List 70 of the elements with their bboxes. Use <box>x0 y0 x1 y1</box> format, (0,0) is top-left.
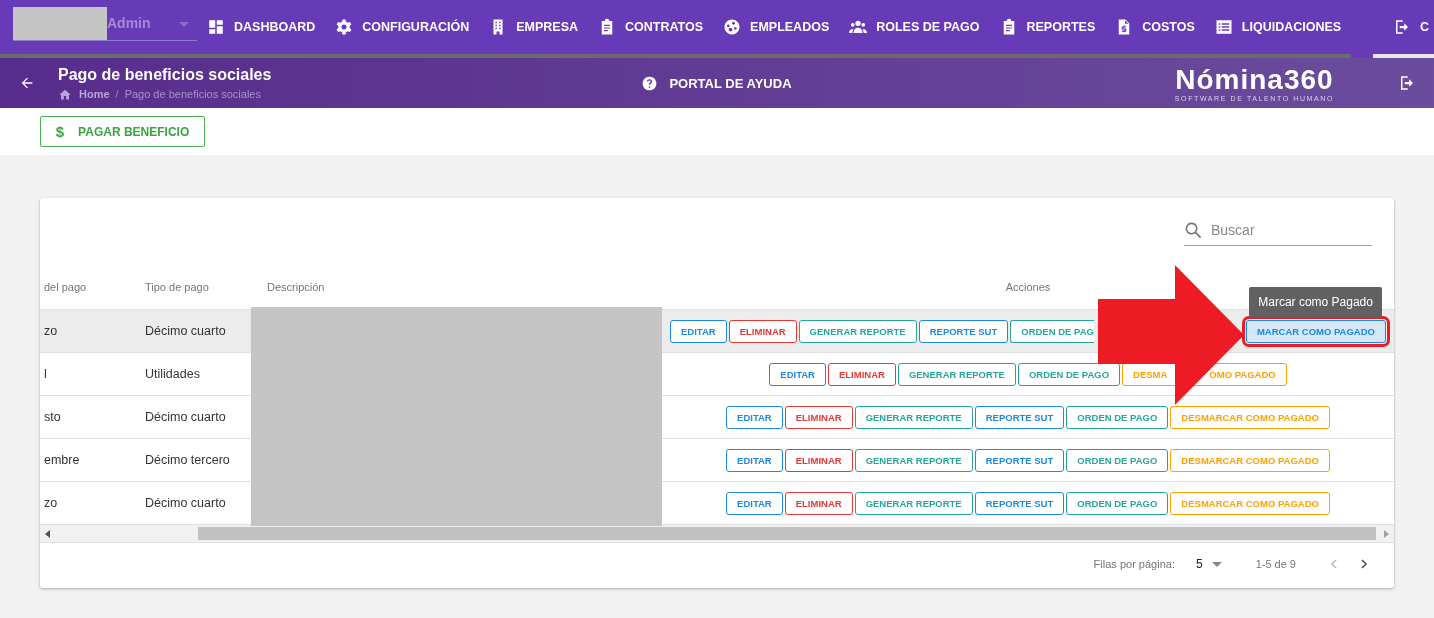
table-cell-text: Décimo tercero <box>144 453 231 467</box>
column-header: Acciones <box>1004 281 1052 293</box>
edit-button[interactable]: EDITAR <box>726 491 783 515</box>
home-icon <box>58 88 72 100</box>
edit-button[interactable]: EDITAR <box>726 405 783 429</box>
table-cell-text: Utilidades <box>144 367 201 381</box>
tooltip: Marcar como Pagado <box>1249 286 1382 317</box>
user-name: Admin <box>107 15 151 31</box>
scrollbar-thumb[interactable] <box>198 527 1376 540</box>
breadcrumb-current: Pago de beneficios sociales <box>124 88 261 100</box>
list-icon <box>1214 18 1233 36</box>
search-icon <box>1184 220 1203 240</box>
column-header: Tipo de pago <box>144 281 210 293</box>
table-cell-text: zo <box>43 496 59 510</box>
caret-icon <box>179 22 189 27</box>
page-title: Pago de beneficios sociales <box>58 66 272 84</box>
globe-icon <box>723 18 742 36</box>
report-button[interactable]: GENERAR REPORTE <box>854 448 973 472</box>
unmark-paid-button[interactable]: DESMARCAR COMO PAGADO <box>1170 448 1330 472</box>
unmark-paid-button[interactable]: DESMARCAR COMO PAGADO <box>1170 405 1330 429</box>
table-cell-text: Décimo cuarto <box>144 324 227 338</box>
report-button[interactable]: REPORTE SUT <box>974 405 1065 429</box>
report-button[interactable]: GENERAR REPORTE <box>854 491 973 515</box>
report-button[interactable]: REPORTE SUT <box>918 319 1009 343</box>
unmark-paid-button[interactable]: DESMARCAR COMO PAGADO <box>1170 491 1330 515</box>
payment-order-button[interactable]: ORDEN DE PAGO <box>1017 362 1121 386</box>
payment-order-button[interactable]: ORDEN DE PAGO <box>1066 491 1169 515</box>
report-button[interactable]: GENERAR REPORTE <box>897 362 1016 386</box>
delete-button[interactable]: ELIMINAR <box>784 405 853 429</box>
rows-per-page-label: Filas por página: <box>1093 558 1175 570</box>
user-selector[interactable]: Admin <box>13 7 197 41</box>
people-icon <box>849 18 868 36</box>
payment-order-button[interactable]: ORDEN DE PAGO <box>1066 448 1169 472</box>
delete-button[interactable]: ELIMINAR <box>827 362 896 386</box>
breadcrumb-link[interactable]: Home <box>58 88 110 100</box>
delete-button[interactable]: ELIMINAR <box>784 491 853 515</box>
rows-per-page-select[interactable]: 5 <box>1195 557 1222 571</box>
payment-order-button[interactable]: ORDEN DE PAGO <box>1066 405 1169 429</box>
delete-button[interactable]: ELIMINAR <box>728 319 797 343</box>
column-header: del pago <box>43 281 88 293</box>
table-cell-text: Décimo cuarto <box>144 410 227 424</box>
table-cell-text: embre <box>43 453 81 467</box>
breadcrumb-separator: / <box>115 88 119 100</box>
delete-button[interactable]: ELIMINAR <box>784 448 853 472</box>
column-header: Descripción <box>266 281 326 293</box>
table-cell-text: zo <box>43 324 59 338</box>
horizontal-scrollbar[interactable] <box>40 525 1394 543</box>
report-button[interactable]: GENERAR REPORTE <box>798 319 917 343</box>
report-button[interactable]: GENERAR REPORTE <box>854 405 973 429</box>
help-portal-link[interactable]: PORTAL DE AYUDA <box>642 58 792 108</box>
search-field[interactable]: Buscar <box>1209 221 1363 239</box>
table-cell-text: Décimo cuarto <box>144 496 227 510</box>
table-cell-text: l <box>43 367 48 381</box>
scroll-left-icon[interactable] <box>44 528 52 539</box>
dashboard-icon <box>207 18 225 36</box>
report-button[interactable]: REPORTE SUT <box>974 491 1065 515</box>
dollar-icon: $ <box>55 123 65 140</box>
caret-icon <box>1211 561 1222 567</box>
settings-icon <box>335 18 354 36</box>
help-icon <box>642 75 658 91</box>
page-range: 1-5 de 9 <box>1255 558 1296 570</box>
logout-icon[interactable] <box>1398 74 1416 92</box>
table-cell-text: sto <box>43 410 62 424</box>
pay-benefit-button[interactable]: $ PAGAR BENEFICIO <box>40 116 205 147</box>
edit-button[interactable]: EDITAR <box>769 362 826 386</box>
payment-order-button[interactable]: ORDEN DE PAG <box>1010 319 1094 343</box>
back-arrow-icon[interactable] <box>19 75 35 91</box>
report-button[interactable]: REPORTE SUT <box>974 448 1065 472</box>
edit-button[interactable]: EDITAR <box>726 448 783 472</box>
edit-button[interactable]: EDITAR <box>670 319 727 343</box>
